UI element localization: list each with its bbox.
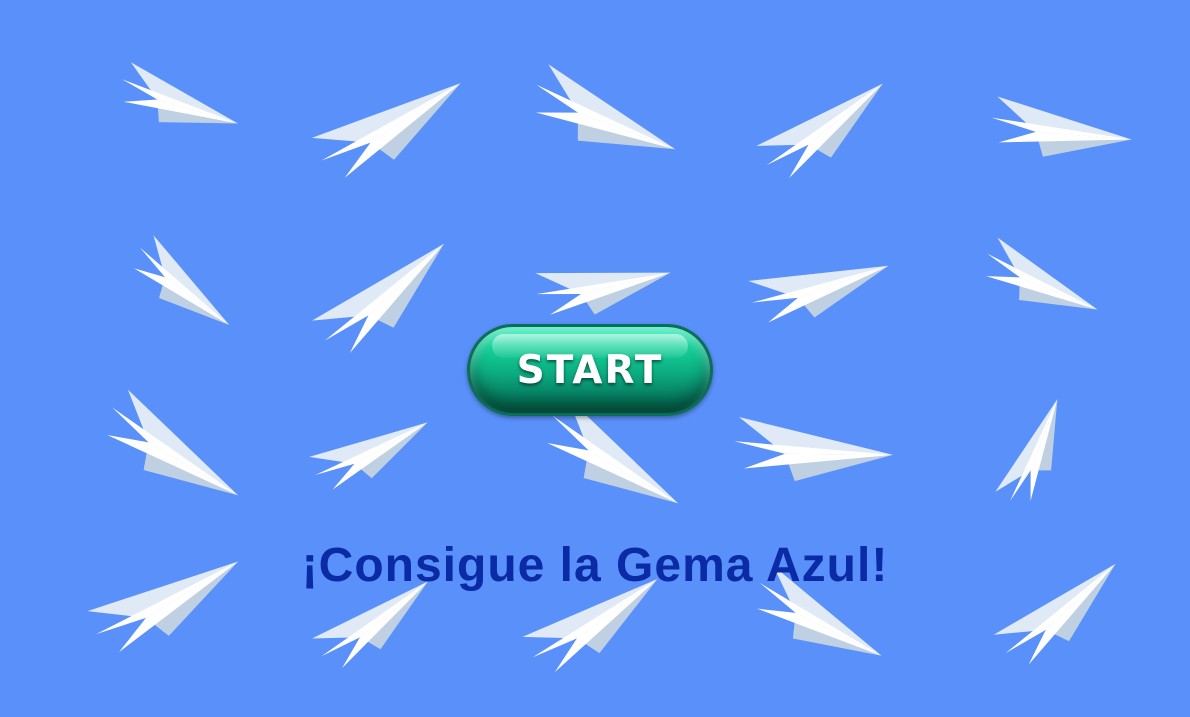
start-button[interactable]: START [467,324,713,416]
paper-plane-icon [995,399,1058,502]
paper-plane-icon [756,83,883,179]
paper-plane-icon [748,265,889,323]
paper-plane-icon [535,64,676,150]
paper-plane-icon [133,235,230,325]
start-button-label: START [516,347,664,393]
paper-plane-icon [311,243,444,354]
paper-plane-icon [535,272,671,315]
game-screen: START ¡Consigue la Gema Azul! [0,0,1190,717]
game-title: ¡Consigue la Gema Azul! [301,539,889,592]
paper-plane-icon [311,83,461,178]
paper-plane-icon [991,96,1132,157]
paper-plane-icon [122,62,238,124]
paper-plane-icon [734,417,893,482]
paper-plane-icon [986,237,1098,310]
paper-plane-icon [309,422,428,490]
paper-plane-icon [107,389,239,496]
